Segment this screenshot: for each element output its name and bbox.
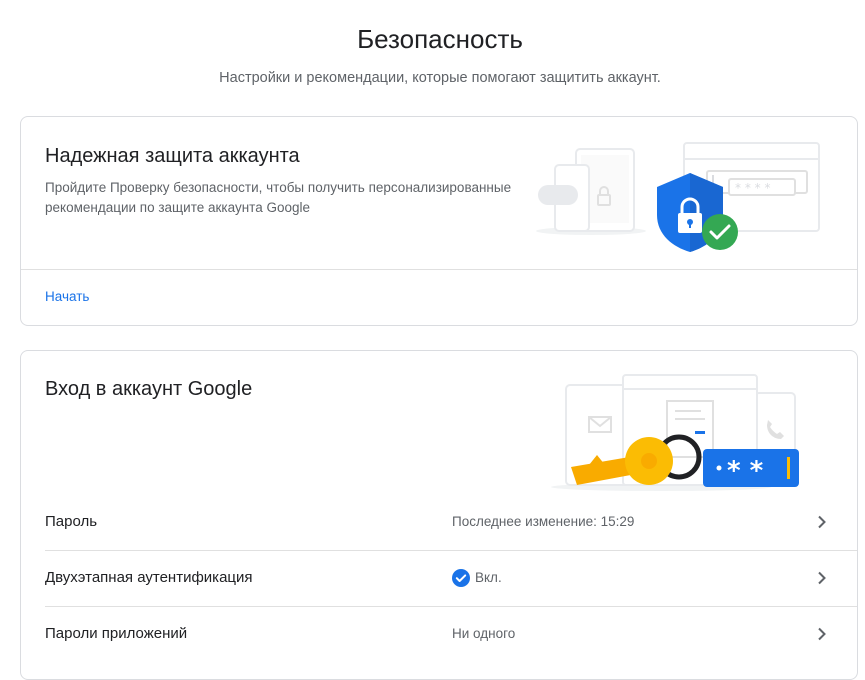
security-checkup-card: Надежная защита аккаунта Пройдите Провер… [20,116,858,326]
signin-title: Вход в аккаунт Google [45,378,253,400]
page-title: Безопасность [357,24,523,54]
signin-card: Вход в аккаунт Google * * Пароль Последн… [20,350,858,680]
security-checkup-title: Надежная защита аккаунта [45,145,300,167]
app-passwords-row[interactable]: Пароли приложений Ни одного [45,606,857,662]
check-circle-icon [452,569,470,587]
security-checkup-description: Пройдите Проверку безопасности, чтобы по… [45,180,512,215]
start-checkup-link[interactable]: Начать [45,289,89,304]
page-subtitle: Настройки и рекомендации, которые помога… [219,70,661,86]
chevron-right-icon [818,515,826,529]
password-last-changed: Последнее изменение: 15:29 [452,514,635,529]
password-row[interactable]: Пароль Последнее изменение: 15:29 [45,494,857,550]
card-divider [21,269,857,270]
app-passwords-label: Пароли приложений [45,625,188,642]
svg-text:* *: * * [727,456,764,486]
two-step-verification-row[interactable]: Двухэтапная аутентификация Вкл. [45,550,857,606]
password-label: Пароль [45,513,98,530]
svg-text:* * * *: * * * * [735,181,770,195]
app-passwords-value: Ни одного [452,626,516,641]
chevron-right-icon [818,571,826,585]
two-step-verification-label: Двухэтапная аутентификация [45,569,253,586]
chevron-right-icon [818,627,826,641]
key-password-illustration: * * [531,369,821,498]
shield-lock-illustration: * * * * [521,135,851,258]
two-step-verification-status: Вкл. [475,570,502,585]
